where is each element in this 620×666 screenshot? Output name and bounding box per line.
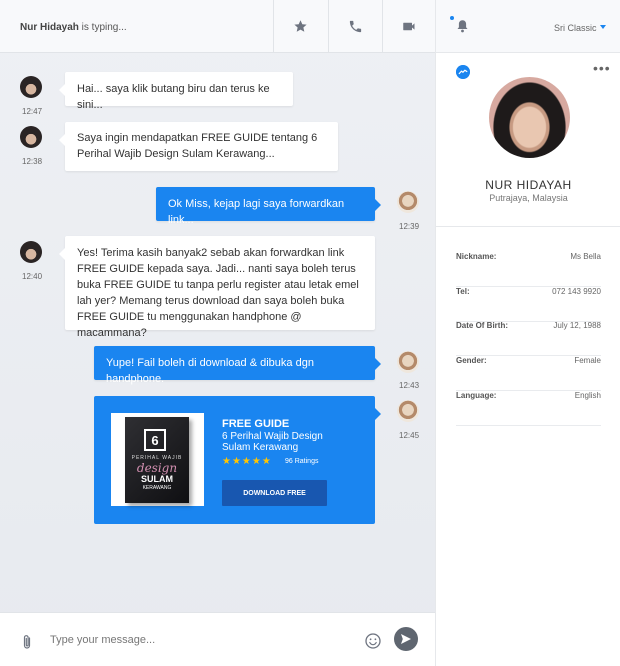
message-input[interactable] (50, 632, 350, 648)
message-time: 12:43 (399, 381, 420, 390)
guide-title-line2: Sulam Kerawang (222, 442, 299, 453)
message-bubble-incoming: Yes! Terima kasih banyak2 sebab akan for… (59, 236, 375, 339)
chat-app: Nur Hidayah is typing... 12:47 Hai... sa… (0, 0, 620, 666)
detail-value: Female (574, 356, 601, 365)
video-call-button[interactable] (382, 0, 436, 53)
rating-count: 96 Ratings (285, 458, 319, 465)
detail-label: Tel: (456, 287, 470, 296)
detail-label: Date Of Birth: (456, 321, 508, 330)
detail-value: English (574, 391, 601, 400)
detail-value: Ms Bella (570, 252, 601, 261)
guide-cover-frame: 6 PERIHAL WAJIB design SULAM KERAWANG (111, 413, 204, 506)
typing-indicator: Nur Hidayah is typing... (20, 22, 127, 33)
user-avatar (397, 191, 419, 213)
video-icon (403, 22, 415, 31)
detail-row-nickname: Nickname: Ms Bella (456, 252, 601, 287)
star-icon (294, 20, 307, 32)
message-time: 12:38 (22, 157, 43, 166)
guide-heading: FREE GUIDE (222, 418, 290, 430)
message-bubble-outgoing: Yupe! Fail boleh di download & dibuka dg… (94, 346, 381, 385)
profile-panel: Sri Classic ••• NUR HIDAYAH Putrajaya, M… (435, 0, 620, 666)
typing-suffix: is typing... (78, 22, 127, 33)
book-number: 6 (144, 429, 166, 451)
free-guide-card: 6 PERIHAL WAJIB design SULAM KERAWANG FR… (94, 396, 381, 524)
message-bubble-incoming: Saya ingin mendapatkan FREE GUIDE tentan… (59, 122, 338, 171)
message-time: 12:40 (22, 272, 43, 281)
emoji-icon[interactable] (365, 633, 381, 649)
detail-label: Gender: (456, 356, 487, 365)
message-time: 12:39 (399, 222, 420, 231)
chevron-down-icon[interactable] (600, 25, 606, 29)
contact-avatar (20, 126, 42, 148)
message-bubble-outgoing: Ok Miss, kejap lagi saya forwardkan link… (156, 187, 381, 226)
guide-book-cover: 6 PERIHAL WAJIB design SULAM KERAWANG (125, 417, 189, 503)
more-icon[interactable]: ••• (593, 60, 611, 76)
contact-avatar (20, 241, 42, 263)
rating-stars: ★★★★★ (222, 456, 272, 467)
theme-selector[interactable]: Sri Classic (554, 23, 597, 33)
user-avatar (397, 351, 419, 373)
profile-photo (489, 77, 570, 158)
book-subtitle: KERAWANG (142, 485, 172, 491)
detail-row-tel: Tel: 072 143 9920 (456, 287, 601, 322)
user-avatar (397, 400, 419, 422)
contact-avatar (20, 76, 42, 98)
book-script-text: design (136, 461, 178, 475)
message-time: 12:45 (399, 431, 420, 440)
detail-value: July 12, 1988 (553, 321, 601, 330)
send-button[interactable] (394, 627, 418, 651)
guide-title-line1: 6 Perihal Wajib Design (222, 431, 323, 442)
book-title: SULAM (141, 474, 173, 484)
message-bubble-incoming: Hai... saya klik butang biru dan terus k… (59, 72, 293, 111)
panel-header: Sri Classic (436, 0, 620, 53)
favorite-button[interactable] (273, 0, 327, 53)
messenger-icon (456, 65, 470, 79)
bell-icon[interactable] (456, 19, 469, 33)
phone-icon (349, 20, 362, 33)
detail-label: Nickname: (456, 252, 497, 261)
detail-value: 072 143 9920 (552, 287, 601, 296)
typing-name: Nur Hidayah (20, 22, 79, 33)
chat-panel: Nur Hidayah is typing... 12:47 Hai... sa… (0, 0, 435, 666)
detail-row-gender: Gender: Female (456, 356, 601, 391)
message-time: 12:47 (22, 107, 43, 116)
paperclip-icon[interactable] (21, 634, 33, 650)
notification-dot (450, 16, 454, 20)
detail-row-dob: Date Of Birth: July 12, 1988 (456, 321, 601, 356)
profile-location: Putrajaya, Malaysia (489, 193, 568, 203)
send-icon (401, 634, 411, 644)
divider (436, 226, 620, 227)
download-free-button[interactable]: DOWNLOAD FREE (222, 480, 327, 506)
profile-name: NUR HIDAYAH (485, 178, 572, 192)
detail-label: Language: (456, 391, 497, 400)
detail-row-language: Language: English (456, 391, 601, 426)
chat-header: Nur Hidayah is typing... (0, 0, 435, 53)
call-button[interactable] (328, 0, 382, 53)
